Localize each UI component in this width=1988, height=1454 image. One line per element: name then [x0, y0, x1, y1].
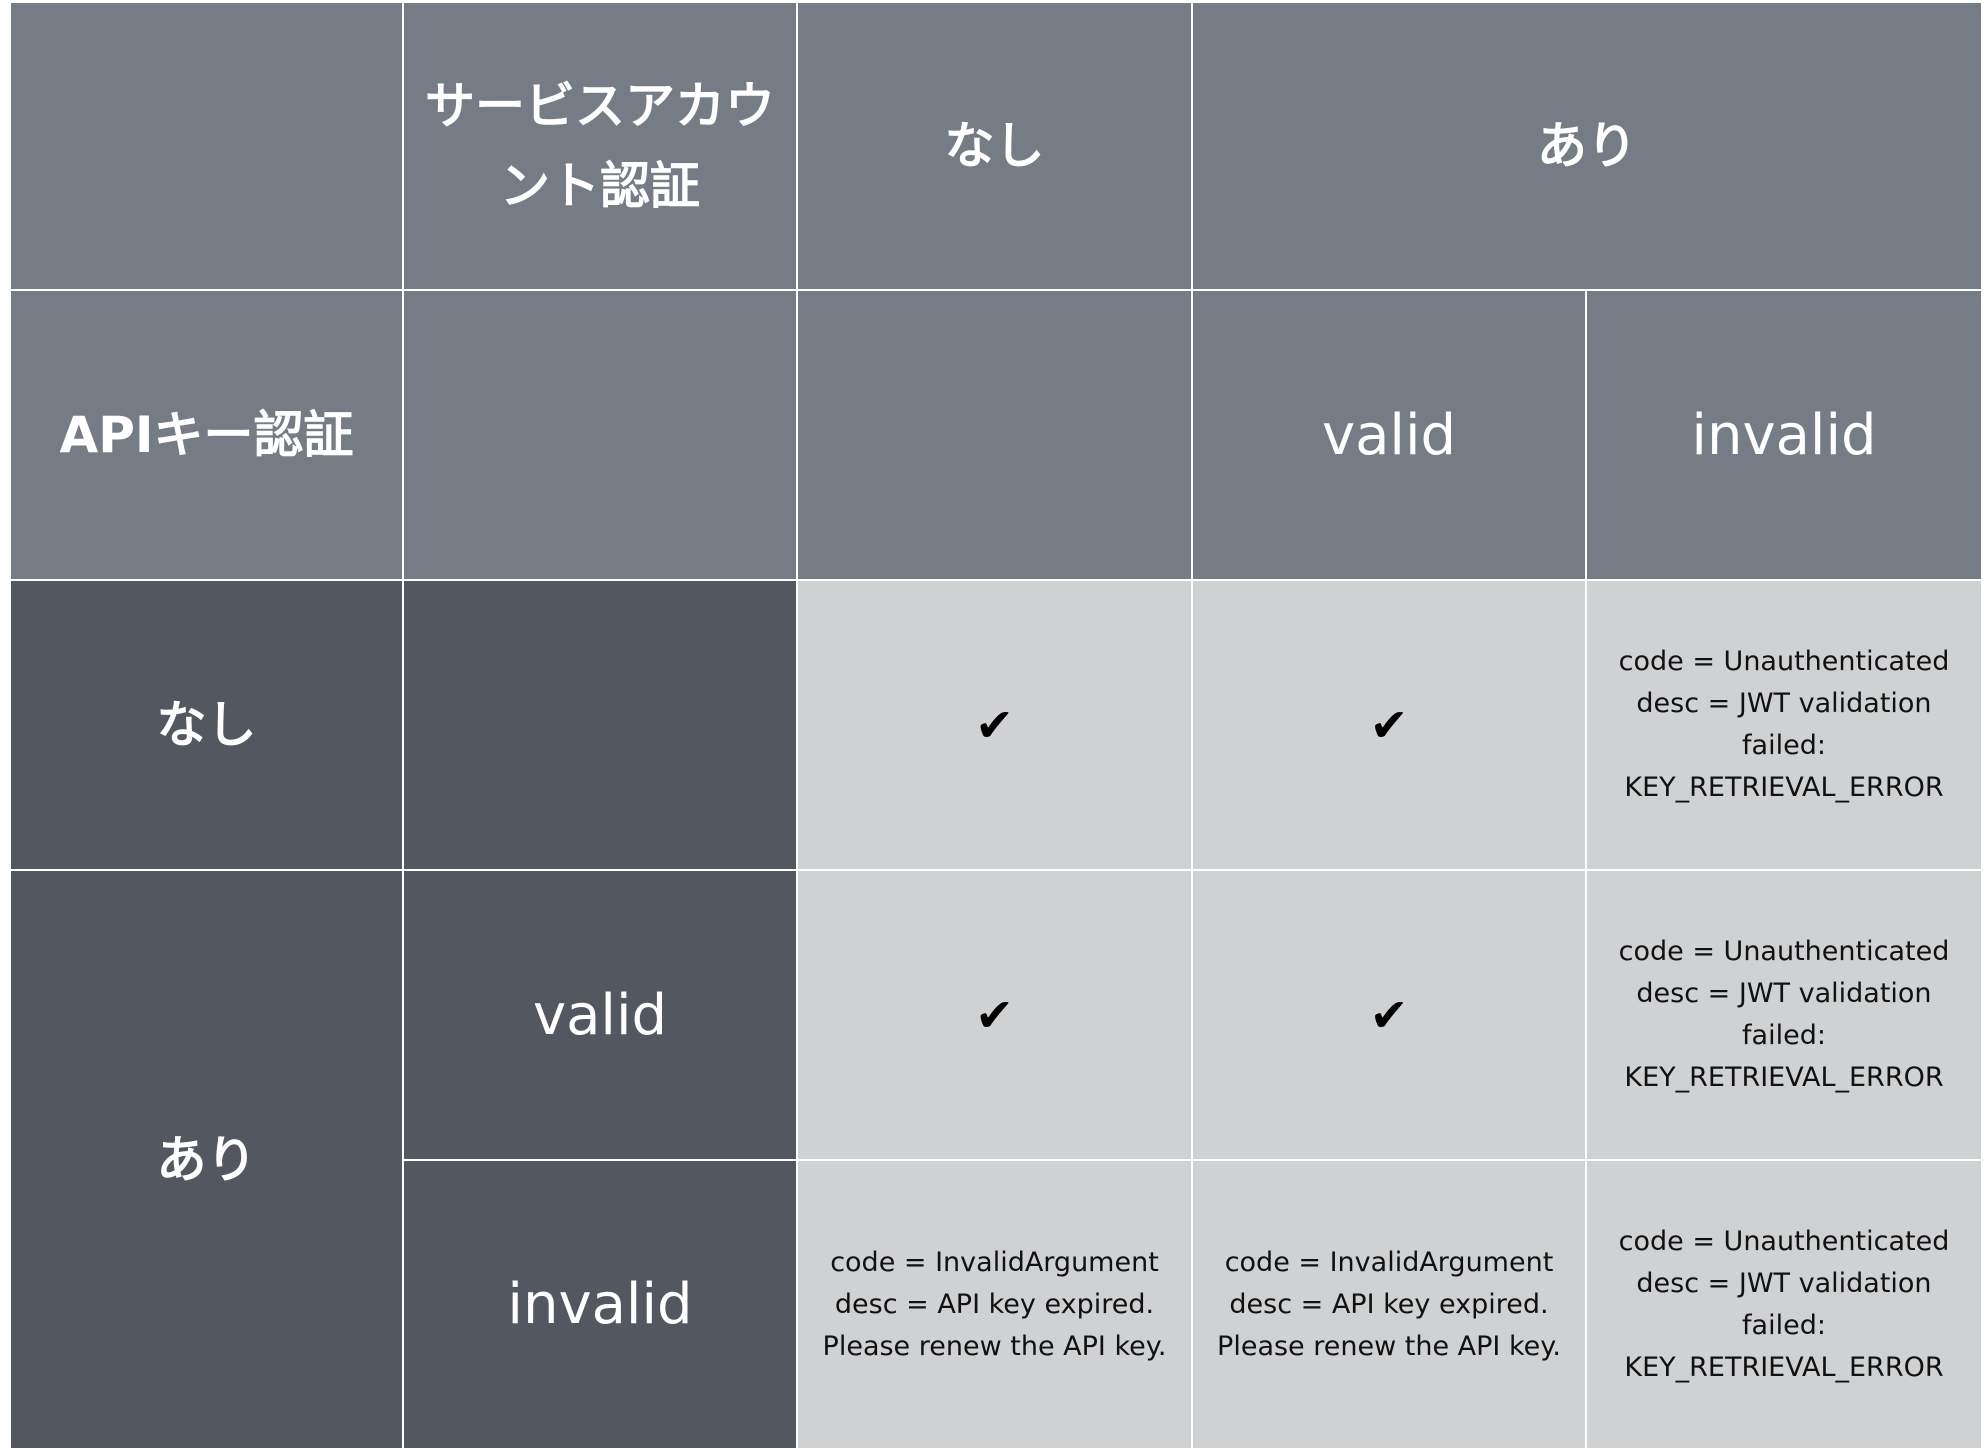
empty-row-header-cell: [404, 581, 796, 869]
check-icon: ✔: [798, 871, 1191, 1159]
check-icon: ✔: [1193, 581, 1585, 869]
corner-cell: [11, 3, 402, 289]
sa-invalid-header: invalid: [1587, 291, 1981, 579]
check-icon: ✔: [798, 581, 1191, 869]
api-invalid-row-header: invalid: [404, 1161, 796, 1448]
sa-valid-header: valid: [1193, 291, 1585, 579]
sa-none-header: なし: [798, 3, 1191, 289]
api-present-row-header: あり: [11, 871, 402, 1448]
sa-present-header: あり: [1193, 3, 1981, 289]
service-account-auth-header: サービスアカウント認証: [404, 3, 796, 289]
error-message-cell: code = Unauthenticated desc = JWT valida…: [1587, 581, 1981, 869]
error-message-cell: code = InvalidArgument desc = API key ex…: [1193, 1161, 1585, 1448]
error-message-cell: code = Unauthenticated desc = JWT valida…: [1587, 871, 1981, 1159]
auth-matrix-table: サービスアカウント認証 なし あり APIキー認証 valid invalid …: [11, 3, 1981, 1448]
api-valid-row-header: valid: [404, 871, 796, 1159]
error-message-cell: code = InvalidArgument desc = API key ex…: [798, 1161, 1191, 1448]
api-key-auth-header: APIキー認証: [11, 291, 402, 579]
empty-header-cell: [404, 291, 796, 579]
check-icon: ✔: [1193, 871, 1585, 1159]
empty-header-cell: [798, 291, 1191, 579]
api-none-row-header: なし: [11, 581, 402, 869]
error-message-cell: code = Unauthenticated desc = JWT valida…: [1587, 1161, 1981, 1448]
